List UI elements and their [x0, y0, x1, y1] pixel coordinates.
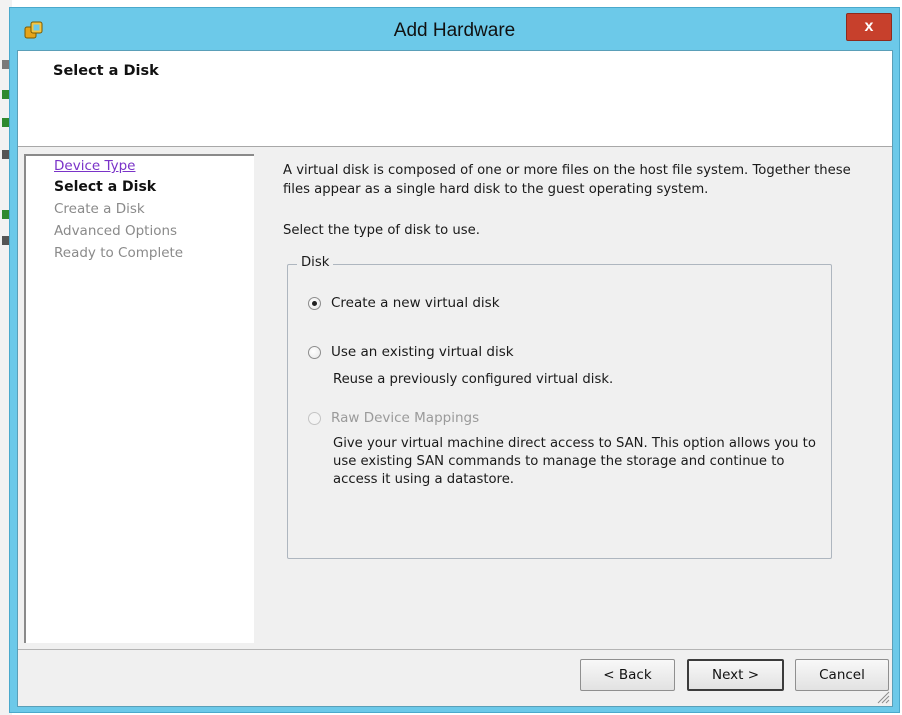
- background-icon: [2, 210, 9, 219]
- disk-group-label: Disk: [297, 255, 334, 270]
- use-existing-disk-option[interactable]: Use an existing virtual disk: [308, 344, 514, 360]
- raw-device-mappings-option: Raw Device Mappings: [308, 410, 479, 426]
- create-new-disk-label: Create a new virtual disk: [331, 295, 500, 311]
- next-button[interactable]: Next >: [687, 659, 784, 691]
- create-new-disk-option[interactable]: Create a new virtual disk: [308, 295, 500, 311]
- use-existing-disk-radio[interactable]: [308, 345, 321, 359]
- step-advanced-options: Advanced Options: [54, 223, 178, 239]
- footer-separator: [18, 649, 892, 650]
- disk-groupbox: Disk Create a new virtual disk Use an ex…: [287, 255, 832, 559]
- dialog-client-area: Select a Disk Device Type Select a Disk …: [17, 50, 893, 707]
- step-create-a-disk: Create a Disk: [54, 201, 145, 217]
- step-ready-to-complete: Ready to Complete: [54, 245, 184, 261]
- background-icon: [2, 150, 9, 159]
- raw-device-mappings-description: Give your virtual machine direct access …: [333, 436, 816, 487]
- add-hardware-window: Add Hardware x Select a Disk Device Type…: [9, 7, 900, 713]
- wizard-header: Select a Disk: [18, 51, 892, 147]
- close-button[interactable]: x: [846, 13, 892, 41]
- use-existing-disk-description: Reuse a previously configured virtual di…: [333, 372, 614, 387]
- title-bar[interactable]: Add Hardware x: [10, 8, 899, 50]
- step-device-type[interactable]: Device Type: [54, 158, 135, 174]
- wizard-content: A virtual disk is composed of one or mor…: [283, 161, 883, 641]
- use-existing-disk-label: Use an existing virtual disk: [331, 344, 514, 360]
- step-select-a-disk: Select a Disk: [54, 179, 157, 195]
- cancel-button[interactable]: Cancel: [795, 659, 889, 691]
- raw-device-mappings-label: Raw Device Mappings: [331, 410, 480, 426]
- page-title: Select a Disk: [53, 63, 159, 79]
- create-new-disk-radio[interactable]: [308, 296, 321, 310]
- background-icon: [2, 60, 9, 69]
- resize-grip-icon[interactable]: [874, 688, 890, 704]
- disk-description: A virtual disk is composed of one or mor…: [283, 163, 851, 197]
- wizard-steps-panel: Device Type Select a Disk Create a Disk …: [24, 154, 254, 643]
- raw-device-mappings-radio: [308, 411, 321, 425]
- background-icon: [2, 90, 9, 99]
- background-icon: [2, 236, 9, 245]
- disk-type-prompt: Select the type of disk to use.: [283, 223, 480, 238]
- background-icon: [2, 118, 9, 127]
- back-button[interactable]: < Back: [580, 659, 675, 691]
- window-title: Add Hardware: [393, 20, 516, 41]
